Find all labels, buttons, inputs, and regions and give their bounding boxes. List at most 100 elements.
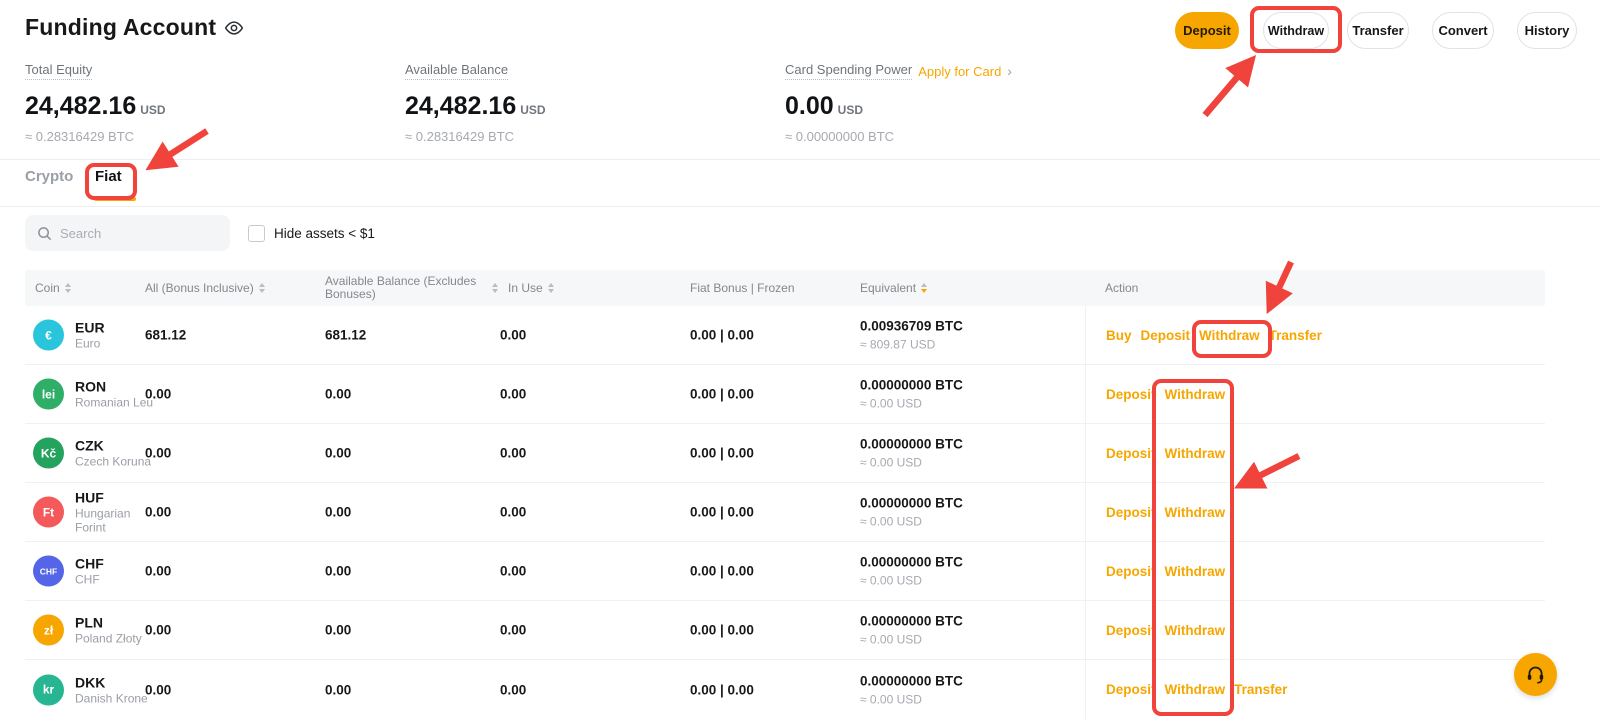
in-use: 0.00: [500, 387, 526, 402]
table-row-huf: Ft HUFHungarian Forint 0.00 0.00 0.00 0.…: [25, 483, 1545, 542]
chf-coin-icon: CHF: [33, 556, 64, 587]
coin-name: Euro: [75, 337, 105, 351]
available-balance-stat: Available Balance 24,482.16USD ≈ 0.28316…: [405, 62, 775, 144]
coin-cell: CHF CHFCHF: [33, 556, 104, 587]
available-balance-value: 24,482.16USD: [405, 92, 775, 121]
table-row-dkk: kr DKKDanish Krone 0.00 0.00 0.00 0.00 |…: [25, 660, 1545, 719]
deposit-link[interactable]: Deposit: [1141, 328, 1191, 343]
card-spending-power-unit: USD: [838, 103, 863, 117]
headset-icon: [1525, 664, 1546, 685]
transfer-link[interactable]: Transfer: [1269, 328, 1322, 343]
withdraw-link[interactable]: Withdraw: [1165, 505, 1226, 520]
deposit-link[interactable]: Deposit: [1106, 446, 1156, 461]
table-row-czk: Kč CZKCzech Koruna 0.00 0.00 0.00 0.00 |…: [25, 424, 1545, 483]
deposit-link[interactable]: Deposit: [1106, 387, 1156, 402]
bonus-frozen: 0.00 | 0.00: [690, 387, 754, 402]
coin-code: RON: [75, 379, 153, 396]
available-balance: 0.00: [325, 505, 351, 520]
in-use: 0.00: [500, 505, 526, 520]
tab-fiat[interactable]: Fiat: [95, 168, 122, 185]
equivalent: 0.00936709 BTC≈ 809.87 USD: [860, 319, 963, 352]
table-row-pln: zł PLNPoland Złoty 0.00 0.00 0.00 0.00 |…: [25, 601, 1545, 660]
chevron-right-icon[interactable]: ›: [1007, 63, 1012, 79]
ron-coin-icon: lei: [33, 379, 64, 410]
sort-icon[interactable]: [548, 283, 554, 293]
bonus-frozen: 0.00 | 0.00: [690, 446, 754, 461]
withdraw-link[interactable]: Withdraw: [1165, 446, 1226, 461]
in-use: 0.00: [500, 446, 526, 461]
coin-name: Poland Złoty: [75, 632, 142, 646]
search-input[interactable]: [60, 226, 210, 241]
withdraw-link[interactable]: Withdraw: [1165, 564, 1226, 579]
bonus-frozen: 0.00 | 0.00: [690, 564, 754, 579]
withdraw-link[interactable]: Withdraw: [1165, 387, 1226, 402]
withdraw-link[interactable]: Withdraw: [1165, 623, 1226, 638]
coin-cell: Ft HUFHungarian Forint: [33, 490, 157, 535]
column-header-available[interactable]: Available Balance (Excludes Bonuses): [325, 270, 485, 306]
column-header-equivalent[interactable]: Equivalent: [860, 270, 927, 306]
annotation-arrow-withdraw-button: [1205, 61, 1251, 115]
column-header-all[interactable]: All (Bonus Inclusive): [145, 270, 265, 306]
available-balance: 0.00: [325, 564, 351, 579]
bonus-frozen: 0.00 | 0.00: [690, 328, 754, 343]
column-header-action: Action: [1105, 270, 1138, 306]
sort-icon[interactable]: [259, 283, 265, 293]
equivalent: 0.00000000 BTC≈ 0.00 USD: [860, 437, 963, 470]
coin-cell: kr DKKDanish Krone: [33, 674, 148, 705]
transfer-link[interactable]: Transfer: [1234, 682, 1287, 697]
sort-icon-desc[interactable]: [921, 283, 927, 293]
available-balance-btc: ≈ 0.28316429 BTC: [405, 129, 775, 144]
withdraw-link[interactable]: Withdraw: [1199, 328, 1260, 343]
available-balance: 0.00: [325, 682, 351, 697]
history-button[interactable]: History: [1517, 12, 1577, 49]
coin-code: PLN: [75, 615, 142, 632]
all-balance: 0.00: [145, 564, 171, 579]
tab-crypto[interactable]: Crypto: [25, 168, 73, 185]
deposit-link[interactable]: Deposit: [1106, 682, 1156, 697]
table-row-eur: € EUREuro 681.12 681.12 0.00 0.00 | 0.00…: [25, 306, 1545, 365]
all-balance: 0.00: [145, 446, 171, 461]
dkk-coin-icon: kr: [33, 674, 64, 705]
withdraw-link[interactable]: Withdraw: [1165, 682, 1226, 697]
column-header-in-use[interactable]: In Use: [508, 270, 554, 306]
deposit-link[interactable]: Deposit: [1106, 623, 1156, 638]
coin-code: EUR: [75, 320, 105, 337]
search-box[interactable]: [25, 215, 230, 251]
all-balance: 0.00: [145, 387, 171, 402]
divider: [0, 206, 1600, 207]
sort-icon[interactable]: [65, 283, 71, 293]
huf-coin-icon: Ft: [33, 497, 64, 528]
transfer-button[interactable]: Transfer: [1347, 12, 1409, 49]
active-tab-underline: [94, 197, 136, 201]
table-header-row: Coin All (Bonus Inclusive) Available Bal…: [25, 270, 1545, 306]
apply-for-card-link[interactable]: Apply for Card: [918, 64, 1001, 79]
total-equity-btc: ≈ 0.28316429 BTC: [25, 129, 395, 144]
equivalent: 0.00000000 BTC≈ 0.00 USD: [860, 673, 963, 706]
assets-table: Coin All (Bonus Inclusive) Available Bal…: [25, 270, 1545, 719]
convert-button[interactable]: Convert: [1432, 12, 1494, 49]
total-equity-unit: USD: [140, 103, 165, 117]
hide-assets-label: Hide assets < $1: [274, 226, 375, 241]
hide-assets-checkbox[interactable]: [248, 225, 265, 242]
deposit-link[interactable]: Deposit: [1106, 564, 1156, 579]
column-header-coin[interactable]: Coin: [35, 270, 71, 306]
available-balance: 0.00: [325, 387, 351, 402]
table-row-chf: CHF CHFCHF 0.00 0.00 0.00 0.00 | 0.00 0.…: [25, 542, 1545, 601]
bonus-frozen: 0.00 | 0.00: [690, 505, 754, 520]
in-use: 0.00: [500, 564, 526, 579]
action-cell: Deposit Withdraw: [1085, 542, 1545, 601]
coin-cell: Kč CZKCzech Koruna: [33, 438, 151, 469]
deposit-link[interactable]: Deposit: [1106, 505, 1156, 520]
divider: [0, 159, 1600, 160]
page-title-text: Funding Account: [25, 14, 216, 41]
in-use: 0.00: [500, 328, 526, 343]
buy-link[interactable]: Buy: [1106, 328, 1132, 343]
card-spending-power-btc: ≈ 0.00000000 BTC: [785, 129, 1155, 144]
withdraw-button[interactable]: Withdraw: [1263, 12, 1329, 49]
all-balance: 0.00: [145, 623, 171, 638]
eye-icon[interactable]: [224, 18, 244, 38]
sort-icon-available[interactable]: [487, 270, 498, 306]
support-button[interactable]: [1514, 653, 1557, 696]
action-cell: Buy Deposit Withdraw Transfer: [1085, 306, 1545, 365]
deposit-button[interactable]: Deposit: [1175, 12, 1239, 49]
